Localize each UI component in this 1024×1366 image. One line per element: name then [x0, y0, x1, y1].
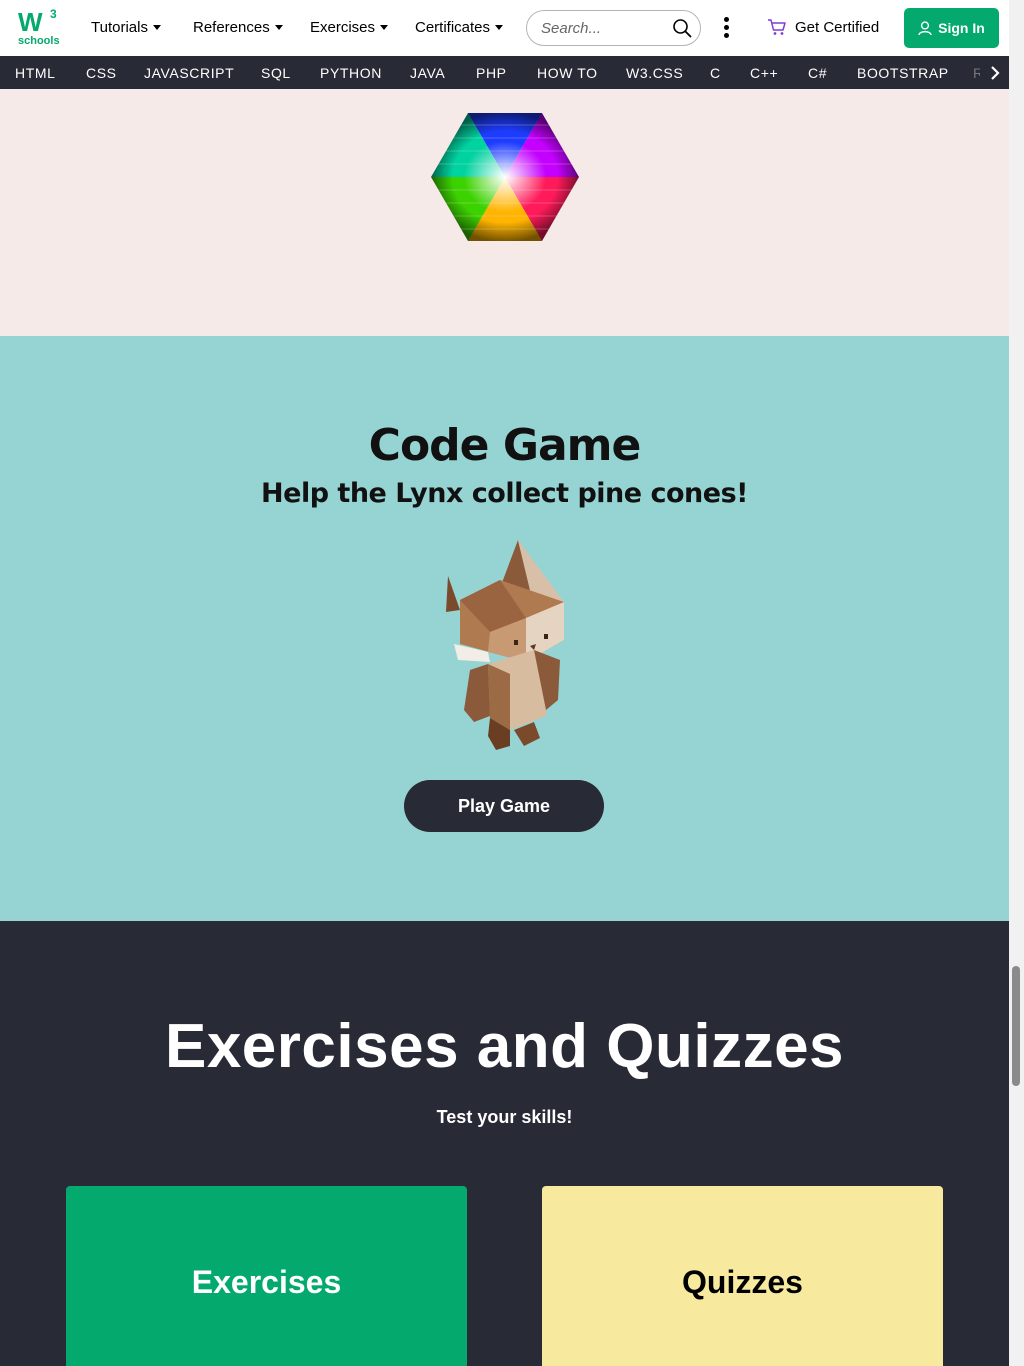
quizzes-card[interactable]: Quizzes: [542, 1186, 943, 1366]
search-input[interactable]: [541, 18, 661, 38]
caret-down-icon: [152, 25, 161, 30]
scrollbar-thumb[interactable]: [1012, 966, 1020, 1086]
get-certified-link[interactable]: Get Certified: [767, 18, 879, 36]
menu-label: References: [193, 19, 270, 36]
logo-superscript: 3: [50, 7, 57, 21]
lang-link-csharp[interactable]: C#: [808, 65, 827, 81]
sign-in-label: Sign In: [938, 20, 985, 36]
exercises-subtitle: Test your skills!: [436, 1107, 573, 1127]
lang-link-python[interactable]: PYTHON: [320, 65, 382, 81]
menu-certificates[interactable]: Certificates: [415, 19, 504, 36]
kebab-menu-icon[interactable]: [720, 17, 732, 39]
play-game-button[interactable]: Play Game: [404, 780, 604, 832]
exercises-section: Exercises and Quizzes Test your skills! …: [0, 921, 1009, 1366]
search-box: [526, 10, 701, 46]
lang-link-css[interactable]: CSS: [86, 65, 117, 81]
logo-text: schools: [18, 35, 60, 47]
caret-down-icon: [380, 25, 389, 30]
page-scrollbar[interactable]: [1009, 0, 1024, 1366]
caret-down-icon: [274, 25, 283, 30]
lang-link-w3css[interactable]: W3.CSS: [626, 65, 683, 81]
menu-label: Exercises: [310, 19, 376, 36]
lang-link-bootstrap[interactable]: BOOTSTRAP: [857, 65, 949, 81]
game-title: Code Game: [368, 420, 642, 471]
lang-link-cpp[interactable]: C++: [750, 65, 778, 81]
quizzes-card-label: Quizzes: [682, 1264, 803, 1300]
exercises-card-label: Exercises: [191, 1264, 342, 1300]
cart-icon: [768, 19, 786, 35]
menu-tutorials[interactable]: Tutorials: [91, 19, 161, 36]
code-game-section: Code Game Help the Lynx collect pine con…: [0, 336, 1009, 921]
lang-link-c[interactable]: C: [710, 65, 721, 81]
lang-link-java[interactable]: JAVA: [410, 65, 445, 81]
user-icon: [918, 20, 932, 35]
lang-link-howto[interactable]: HOW TO: [537, 65, 598, 81]
menu-exercises[interactable]: Exercises: [310, 19, 389, 36]
w3schools-logo[interactable]: W 3 schools: [16, 7, 60, 49]
logo-mark: W: [18, 7, 43, 37]
sign-in-button[interactable]: Sign In: [904, 8, 999, 48]
exercises-card[interactable]: Exercises: [66, 1186, 467, 1366]
lang-link-html[interactable]: HTML: [15, 65, 56, 81]
menu-label: Certificates: [415, 19, 491, 36]
language-bar: HTML CSS JAVASCRIPT SQL PYTHON JAVA PHP …: [0, 56, 1009, 89]
get-certified-label: Get Certified: [795, 18, 880, 36]
menu-references[interactable]: References: [193, 19, 283, 36]
menu-label: Tutorials: [91, 19, 148, 36]
chevron-right-icon[interactable]: [980, 56, 1009, 89]
lang-link-sql[interactable]: SQL: [261, 65, 291, 81]
top-navbar: W 3 schools Tutorials References Exercis…: [0, 0, 1009, 56]
color-section: [0, 89, 1009, 336]
search-icon[interactable]: [672, 18, 692, 38]
lang-link-javascript[interactable]: JAVASCRIPT: [144, 65, 234, 81]
hex-color-wheel[interactable]: [430, 112, 580, 242]
lang-link-php[interactable]: PHP: [476, 65, 507, 81]
game-subtitle: Help the Lynx collect pine cones!: [261, 478, 748, 509]
lynx-character: [446, 540, 564, 750]
caret-down-icon: [495, 25, 504, 30]
exercises-title: Exercises and Quizzes: [164, 1012, 845, 1081]
